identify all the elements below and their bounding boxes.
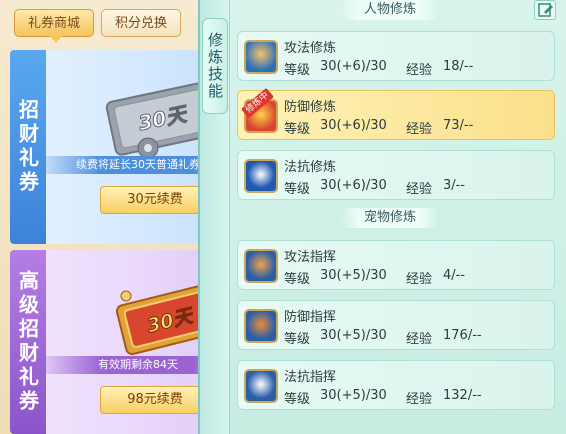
section-title-character: 人物修炼	[340, 0, 440, 20]
tab-points-exchange[interactable]: 积分兑换	[101, 9, 181, 37]
voucher-card-basic: 招财礼券 30天 续费将延长30天普通礼券 30元续费	[10, 50, 230, 244]
row-pet-resist-command[interactable]: 法抗指挥 等级 30(+5)/30 经验 132/--	[237, 360, 555, 410]
skill-name: 法抗修炼	[284, 160, 337, 175]
level-value: 30(+5)/30	[320, 328, 387, 343]
paw-shield-icon	[244, 309, 278, 343]
section-title-pet: 宠物修炼	[340, 208, 440, 228]
level-label: 等级	[284, 392, 311, 407]
row-pet-defense-command[interactable]: 防御指挥 等级 30(+5)/30 经验 176/--	[237, 300, 555, 350]
row-attack-cultivation[interactable]: 攻法修炼 等级 30(+6)/30 经验 18/--	[237, 31, 555, 81]
exp-value: 4/--	[443, 268, 466, 283]
cultivation-panel: 修炼技能 人物修炼 攻法修炼 等级 30(+6)/30 经验 18/-- 修炼中…	[198, 0, 566, 434]
shop-panel: 礼券商城 积分兑换 招财礼券 30天 续费将延长30天普通礼券 30元续费 高级…	[0, 0, 230, 434]
level-label: 等级	[284, 332, 311, 347]
monk-icon	[244, 40, 278, 74]
level-value: 30(+5)/30	[320, 388, 387, 403]
renew-98-button[interactable]: 98元续费	[100, 386, 210, 414]
exp-value: 176/--	[443, 328, 482, 343]
tab-voucher-shop[interactable]: 礼券商城	[14, 9, 94, 43]
exp-label: 经验	[406, 122, 433, 137]
skill-name: 攻法指挥	[284, 250, 337, 265]
exp-label: 经验	[406, 182, 433, 197]
level-value: 30(+6)/30	[320, 59, 387, 74]
row-resist-cultivation[interactable]: 法抗修炼 等级 30(+6)/30 经验 3/--	[237, 150, 555, 200]
tab-cultivation-skills[interactable]: 修炼技能	[202, 18, 228, 114]
paw-resist-icon	[244, 369, 278, 403]
exp-value: 3/--	[443, 178, 466, 193]
level-label: 等级	[284, 182, 311, 197]
renew-30-button[interactable]: 30元续费	[100, 186, 210, 214]
exp-label: 经验	[406, 392, 433, 407]
voucher-card-premium: 高级招财礼券 30天 有效期剩余84天 98元续费	[10, 250, 230, 434]
exp-label: 经验	[406, 63, 433, 78]
exp-value: 132/--	[443, 388, 482, 403]
exp-value: 73/--	[443, 118, 474, 133]
level-value: 30(+6)/30	[320, 178, 387, 193]
card-title: 高级招财礼券	[10, 250, 46, 434]
level-label: 等级	[284, 122, 311, 137]
edit-icon[interactable]	[534, 0, 556, 20]
yinyang-shield-icon	[244, 159, 278, 193]
card-title: 招财礼券	[10, 50, 46, 244]
exp-label: 经验	[406, 272, 433, 287]
level-label: 等级	[284, 272, 311, 287]
level-value: 30(+6)/30	[320, 118, 387, 133]
level-label: 等级	[284, 63, 311, 78]
skill-name: 防御指挥	[284, 310, 337, 325]
exp-value: 18/--	[443, 59, 474, 74]
skill-name: 攻法修炼	[284, 41, 337, 56]
level-value: 30(+5)/30	[320, 268, 387, 283]
skill-name: 法抗指挥	[284, 370, 337, 385]
row-pet-attack-command[interactable]: 攻法指挥 等级 30(+5)/30 经验 4/--	[237, 240, 555, 290]
side-tab-bar: 修炼技能	[200, 0, 230, 434]
paw-attack-icon	[244, 249, 278, 283]
row-defense-cultivation[interactable]: 修炼中 防御修炼 等级 30(+6)/30 经验 73/--	[237, 87, 555, 140]
skill-name: 防御修炼	[284, 100, 337, 115]
exp-label: 经验	[406, 332, 433, 347]
